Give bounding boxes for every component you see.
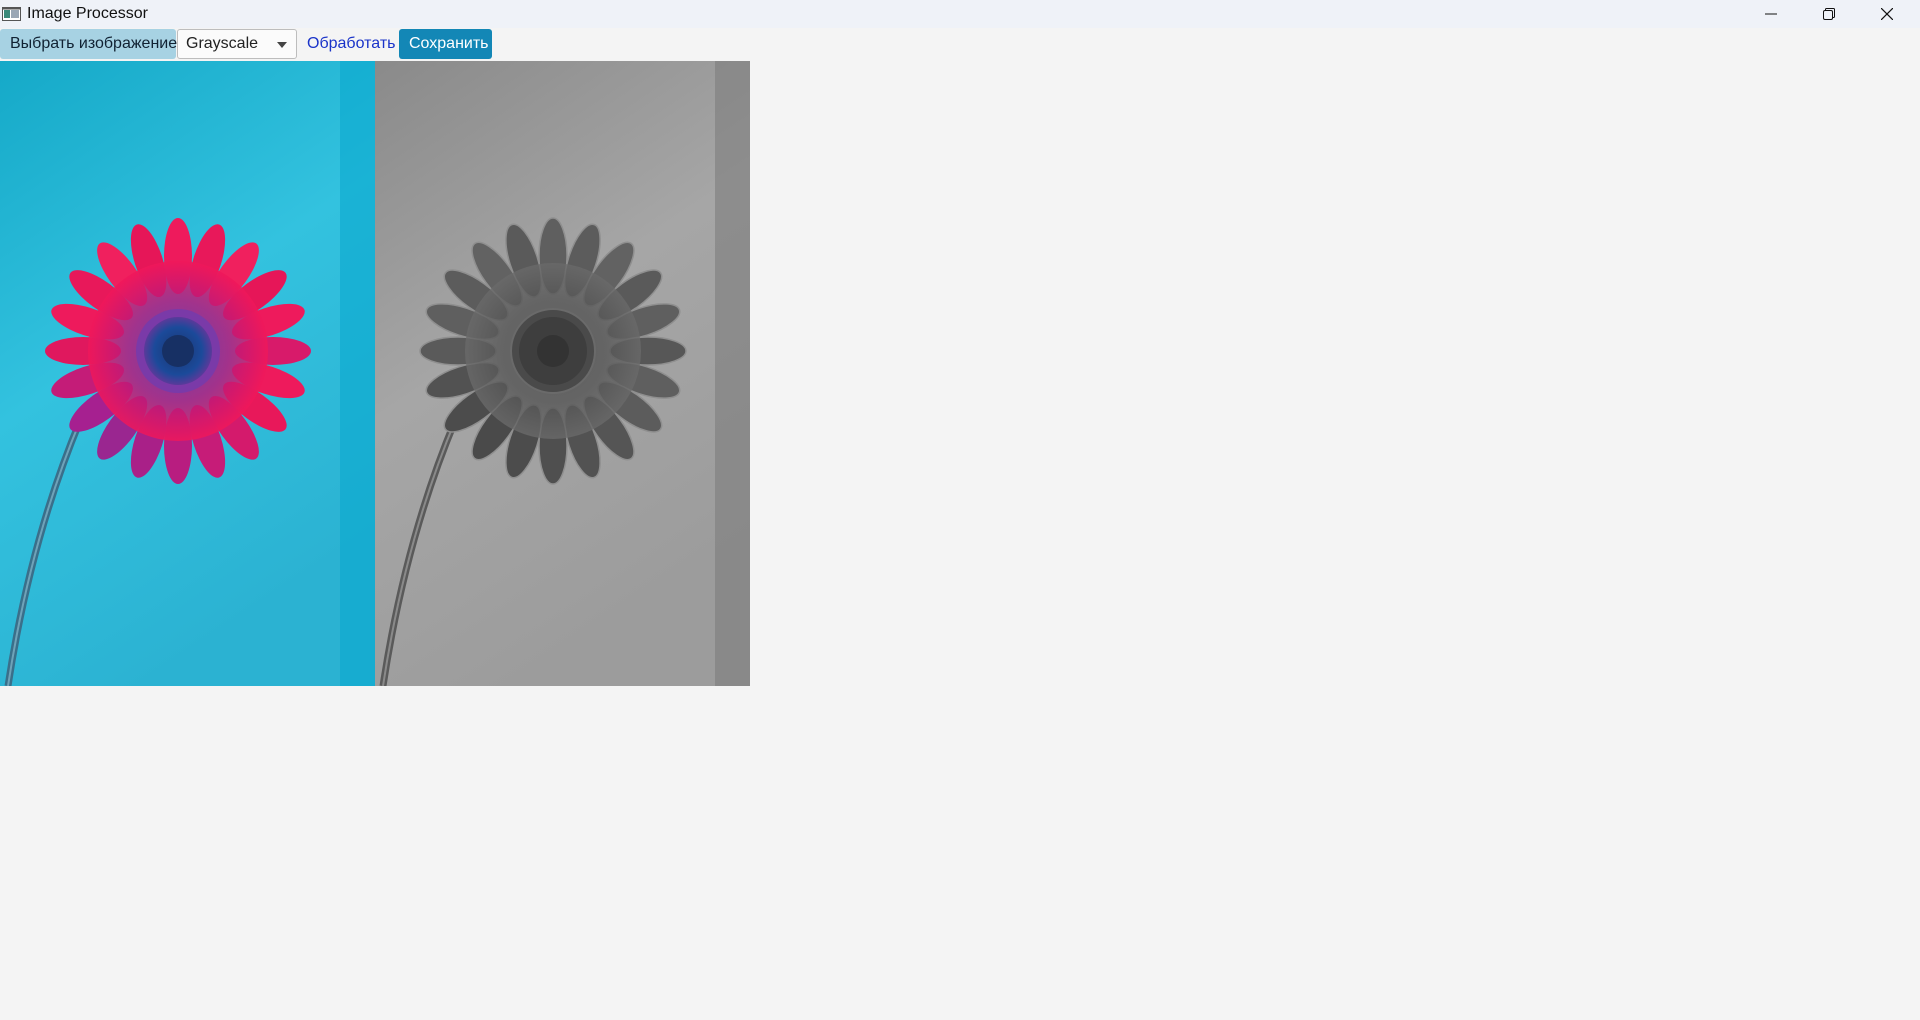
chevron-down-icon (277, 42, 287, 48)
app-window: Image Processor Выбрать изображение Gray… (0, 0, 1920, 1020)
save-button[interactable]: Сохранить (399, 29, 492, 59)
app-window-icon (2, 7, 21, 21)
process-button[interactable]: Обработать (298, 29, 398, 59)
title-bar[interactable]: Image Processor (0, 0, 1920, 28)
window-title: Image Processor (27, 5, 148, 22)
processed-image (375, 61, 750, 686)
original-image (0, 61, 375, 686)
maximize-button[interactable] (1800, 0, 1858, 28)
minimize-icon (1765, 13, 1777, 15)
close-button[interactable] (1858, 0, 1916, 28)
minimize-button[interactable] (1742, 0, 1800, 28)
choose-image-button[interactable]: Выбрать изображение (0, 29, 177, 59)
filter-select[interactable]: Grayscale (177, 29, 297, 59)
image-area (0, 61, 750, 686)
close-icon (1881, 8, 1893, 20)
toolbar: Выбрать изображение Grayscale Обработать… (0, 28, 1920, 60)
filter-select-value: Grayscale (186, 35, 259, 52)
restore-icon (1823, 8, 1835, 20)
